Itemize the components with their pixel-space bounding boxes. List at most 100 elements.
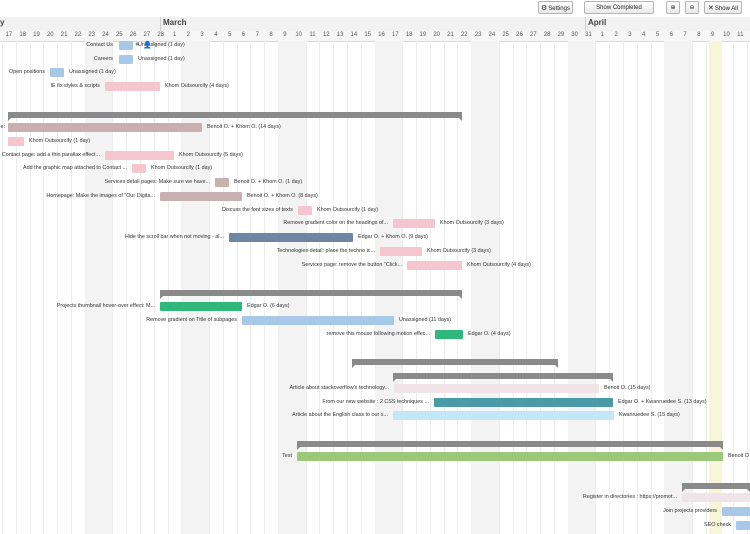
task-assignee-label: Benoit O. + Khom O. (1 day) xyxy=(234,179,303,185)
task-name-label[interactable]: Homepage: Make the images of "Our Digita… xyxy=(46,192,155,201)
task-name-label[interactable]: remove this mouse following motion effec… xyxy=(327,330,430,339)
task-name-label[interactable]: From our new website : 2 CSS techniques … xyxy=(322,398,429,407)
month-label: April xyxy=(588,18,607,27)
task-bar[interactable] xyxy=(119,55,133,64)
group-summary-bar[interactable] xyxy=(8,112,462,121)
task-assignee-label: Benoit O. + Khom O. (14 days) xyxy=(207,124,281,130)
day-label: 3 xyxy=(200,32,204,38)
group-summary-bar[interactable] xyxy=(160,290,462,299)
task-assignee-label: Unassigned (1 day) xyxy=(138,56,185,62)
task-name-label[interactable]: Register in directories : https://promot… xyxy=(583,493,677,502)
day-label: 2 xyxy=(186,32,190,38)
task-bar[interactable] xyxy=(434,398,613,407)
task-bar[interactable] xyxy=(407,261,462,270)
show-all-button[interactable]: ✕Show All xyxy=(704,1,742,14)
task-name-label[interactable]: Article about the English class to our s… xyxy=(292,411,388,420)
day-label: 8 xyxy=(269,32,273,38)
day-label: 6 xyxy=(669,32,673,38)
task-bar[interactable] xyxy=(160,302,242,311)
day-label: 8 xyxy=(697,32,701,38)
task-name-label[interactable]: Discuss the font sizes of texts xyxy=(222,206,293,215)
task-name-label[interactable]: SEO check xyxy=(704,521,731,530)
task-name-label[interactable]: Article about stackoverflow's technology… xyxy=(289,384,389,393)
month-divider xyxy=(160,17,161,31)
day-label: 2 xyxy=(614,32,618,38)
task-name-label[interactable]: Contact page: add a thin parallax effect… xyxy=(2,151,100,160)
task-bar[interactable] xyxy=(160,192,242,201)
show-completed-button[interactable]: Show Completed xyxy=(584,1,654,14)
day-label: 9 xyxy=(711,32,715,38)
day-label: 26 xyxy=(516,32,523,38)
day-label: 28 xyxy=(543,32,551,38)
task-bar[interactable] xyxy=(394,384,599,393)
task-assignee-label: Benoit O. + Khom O. (8 days) xyxy=(247,193,318,199)
task-bar[interactable] xyxy=(435,330,463,339)
task-assignee-label: Khom Outsourcify (1 day) xyxy=(29,138,91,144)
day-label: 18 xyxy=(405,32,413,38)
person-icon[interactable]: 👤 xyxy=(143,41,152,49)
task-bar[interactable] xyxy=(722,507,750,516)
task-bar[interactable] xyxy=(242,316,394,325)
day-label: 20 xyxy=(46,32,54,38)
task-bar[interactable] xyxy=(298,206,312,215)
month-header: y March April xyxy=(0,17,750,32)
task-bar[interactable] xyxy=(50,68,64,77)
settings-button[interactable]: ⚙Settings xyxy=(538,1,573,14)
day-label: 15 xyxy=(364,32,372,38)
task-name-label[interactable]: Projects thumbnail hover-over effect: M.… xyxy=(57,302,155,311)
edit-icon[interactable]: ✎ xyxy=(152,41,158,49)
task-name-label[interactable]: Technologies detail: place the techno ic… xyxy=(277,247,375,256)
task-name-label[interactable]: Careers xyxy=(94,55,113,64)
task-bar[interactable] xyxy=(119,41,133,50)
task-name-label[interactable]: Open positions xyxy=(9,68,45,77)
group-summary-bar[interactable] xyxy=(352,359,558,368)
task-name-label[interactable]: Join projects providers xyxy=(663,507,717,516)
group-summary-bar[interactable] xyxy=(682,483,750,492)
group-summary-bar[interactable] xyxy=(297,441,723,450)
task-bar[interactable] xyxy=(393,219,435,228)
day-label: 27 xyxy=(143,32,151,38)
task-bar[interactable] xyxy=(682,493,750,502)
task-name-label[interactable]: e: xyxy=(1,123,6,132)
task-bar[interactable] xyxy=(736,521,750,530)
group-summary-bar[interactable] xyxy=(393,373,613,382)
day-label: 6 xyxy=(241,32,246,38)
day-label: 1 xyxy=(172,32,177,38)
task-name-label[interactable]: Hide the scroll bar when not moving - al… xyxy=(125,233,224,242)
task-bar[interactable] xyxy=(8,137,24,146)
task-name-label[interactable]: Services detail pages: Make sure we have… xyxy=(105,178,210,187)
task-name-label[interactable]: Remove gradient on Title of subpages xyxy=(146,316,237,325)
task-name-label[interactable]: Remove gradient color on the headings of… xyxy=(283,219,388,228)
task-name-label[interactable]: Add the graphic map attached to Contact … xyxy=(23,164,127,173)
task-bar[interactable] xyxy=(132,164,146,173)
task-bar[interactable] xyxy=(105,151,174,160)
task-assignee-label: Edgar O. (4 days) xyxy=(468,331,511,337)
task-name-label[interactable]: Test xyxy=(282,452,292,461)
task-bar[interactable] xyxy=(297,452,723,461)
day-label: 7 xyxy=(255,32,259,38)
zoom-in-icon: ⊕ xyxy=(670,5,676,11)
task-bar[interactable] xyxy=(229,233,353,242)
zoom-in-button[interactable]: ⊕ xyxy=(666,1,680,14)
task-assignee-label: Unassigned (11 days) xyxy=(399,317,452,323)
task-bar[interactable] xyxy=(215,178,229,187)
task-bar[interactable] xyxy=(380,247,422,256)
task-name-label[interactable]: Contact Us xyxy=(86,41,113,50)
toolbar: ⚙Settings Show Completed ⊕ ⊖ ✕Show All xyxy=(0,0,750,17)
task-bar[interactable] xyxy=(8,123,202,132)
gear-icon: ⚙ xyxy=(541,5,548,12)
day-label: 3 xyxy=(628,32,632,38)
task-bar[interactable] xyxy=(393,411,614,420)
task-name-label[interactable]: Services page: remove the button "Click.… xyxy=(302,261,402,270)
dot-icon[interactable]: ● xyxy=(135,41,139,48)
day-label: 4 xyxy=(642,32,646,38)
day-label: 5 xyxy=(655,32,660,38)
task-bar[interactable] xyxy=(105,82,160,91)
day-label: 5 xyxy=(228,32,232,38)
zoom-out-button[interactable]: ⊖ xyxy=(685,1,699,14)
task-assignee-label: Benoit O. (15 days) xyxy=(604,385,651,391)
day-label: 11 xyxy=(309,32,316,38)
day-label: 17 xyxy=(5,32,13,38)
task-name-label[interactable]: IE fix styles & scripts xyxy=(51,82,100,91)
day-label: 1 xyxy=(600,32,604,38)
